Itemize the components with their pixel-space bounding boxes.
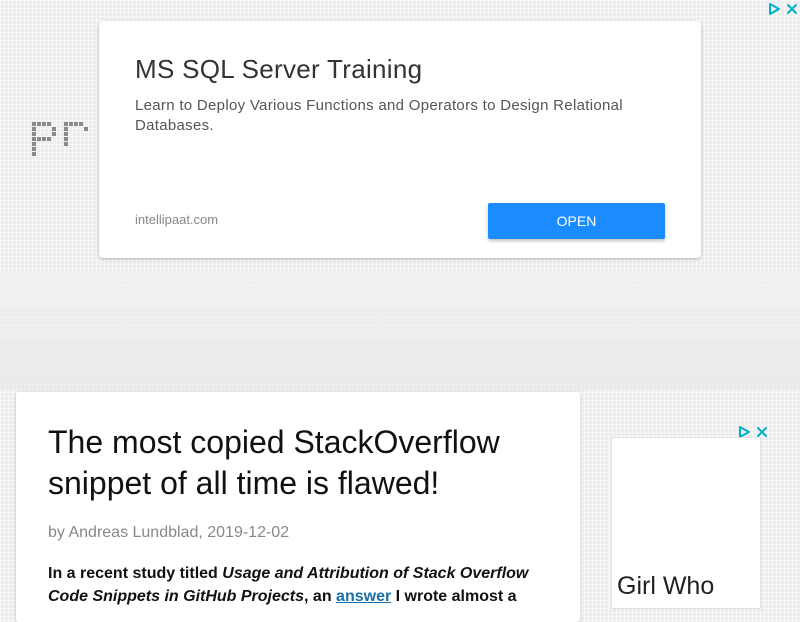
byline-separator: , <box>198 524 208 541</box>
byline-prefix: by <box>48 524 69 541</box>
intro-mid: , an <box>304 588 337 605</box>
byline: by Andreas Lundblad, 2019-12-02 <box>48 524 289 542</box>
ad-description: Learn to Deploy Various Functions and Op… <box>135 97 623 134</box>
adchoices-icon[interactable] <box>767 2 781 16</box>
ad-title[interactable]: MS SQL Server Training <box>135 54 422 85</box>
side-ad[interactable]: Girl Who <box>612 438 760 608</box>
ad-open-button[interactable]: OPEN <box>488 203 665 239</box>
close-icon[interactable] <box>785 2 799 16</box>
logo-pixel-r <box>64 122 88 146</box>
byline-date: 2019-12-02 <box>207 524 290 541</box>
byline-author: Andreas Lundblad <box>68 524 199 541</box>
adchoices-icon[interactable] <box>737 425 751 439</box>
close-icon[interactable] <box>755 425 769 439</box>
background-band <box>0 270 800 390</box>
side-adchoices[interactable] <box>737 425 769 439</box>
top-adchoices[interactable] <box>767 2 799 16</box>
top-ad-card[interactable]: MS SQL Server Training Learn to Deploy V… <box>99 21 701 258</box>
article-title: The most copied StackOverflow snippet of… <box>48 424 500 501</box>
article-intro: In a recent study titled Usage and Attri… <box>48 562 548 608</box>
article-card: The most copied StackOverflow snippet of… <box>16 392 580 622</box>
intro-lead: In a recent study titled <box>48 565 223 582</box>
site-logo[interactable] <box>32 122 96 158</box>
side-ad-headline[interactable]: Girl Who <box>617 572 714 601</box>
answer-link[interactable]: answer <box>336 588 391 605</box>
ad-domain[interactable]: intellipaat.com <box>135 212 218 227</box>
logo-pixel-p <box>32 122 56 156</box>
intro-tail: I wrote almost a <box>391 588 517 605</box>
